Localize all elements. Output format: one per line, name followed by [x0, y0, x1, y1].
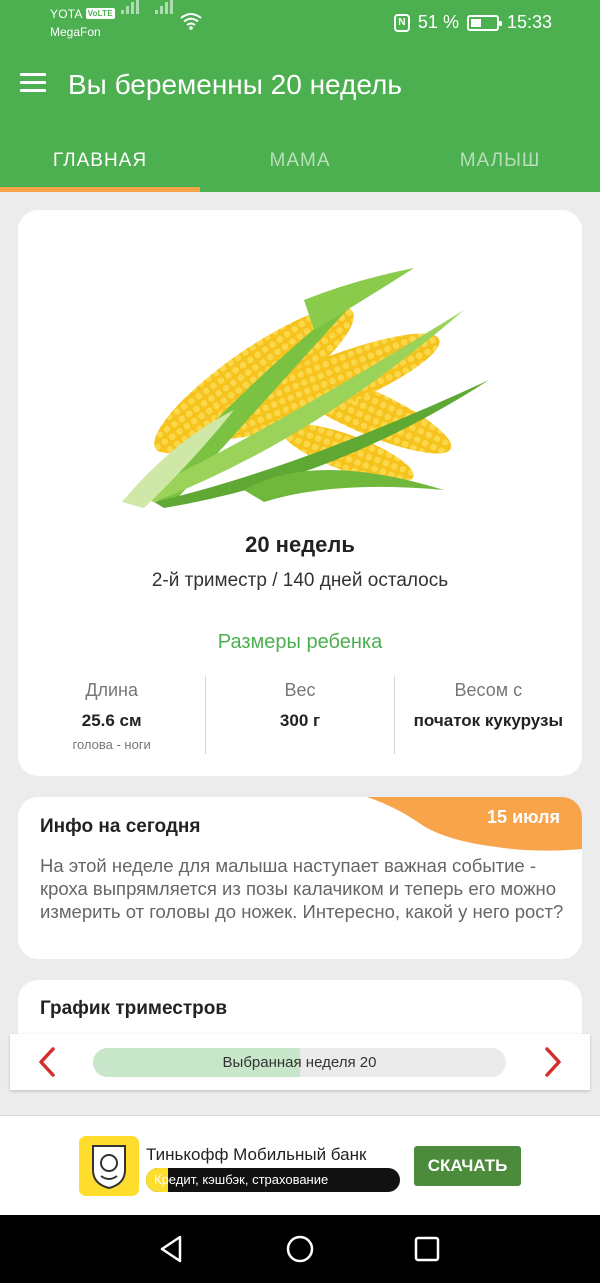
carrier-megafon: MegaFon [50, 25, 101, 39]
daily-info-card[interactable]: 15 июля Инфо на сегодня На этой неделе д… [18, 797, 582, 959]
tab-baby[interactable]: МАЛЫШ [400, 126, 600, 192]
recents-icon[interactable] [411, 1233, 443, 1265]
week-selector: Выбранная неделя 20 [10, 1034, 590, 1090]
stat-label: Длина [85, 680, 139, 700]
chevron-left-icon[interactable] [32, 1046, 64, 1078]
stat-label: Вес [284, 680, 316, 700]
tab-bar: ГЛАВНАЯ МАМА МАЛЫШ [0, 126, 600, 192]
stat-value: 300 г [279, 711, 321, 730]
ad-subtitle: Кредит, кэшбэк, страхование [154, 1172, 329, 1187]
stat-value: 25.6 см [81, 711, 142, 730]
volte-badge: VoLTE [85, 8, 115, 19]
hamburger-menu-icon[interactable] [20, 73, 48, 97]
ad-title: Тинькофф Мобильный банк [146, 1145, 367, 1164]
trimester-title: График триместров [40, 998, 228, 1019]
battery-icon [466, 14, 502, 31]
tab-home[interactable]: ГЛАВНАЯ [0, 126, 200, 192]
ad-download-button[interactable]: СКАЧАТЬ [414, 1146, 521, 1186]
app-title: Вы беременны 20 недель [68, 69, 402, 100]
selected-week-label: Выбранная неделя 20 [222, 1054, 377, 1071]
back-icon[interactable] [156, 1233, 188, 1265]
nfc-icon: N [393, 13, 410, 32]
app-bar: Вы беременны 20 недель [0, 48, 600, 126]
stat-length: Длина 25.6 см голова - ноги [18, 676, 205, 754]
stat-label: Весом с [454, 680, 523, 700]
clock: 15:33 [506, 12, 552, 32]
stat-value: початок кукурузы [413, 711, 563, 730]
stat-weight: Вес 300 г [205, 676, 393, 754]
tab-mom[interactable]: МАМА [200, 126, 400, 192]
ad-banner[interactable]: Тинькофф Мобильный банк Кредит, кэшбэк, … [0, 1115, 600, 1215]
ad-subtitle-bar: Кредит, кэшбэк, страхование [146, 1168, 400, 1192]
baby-stats: Длина 25.6 см голова - ноги Вес 300 г Ве… [18, 676, 582, 754]
chevron-right-icon[interactable] [536, 1046, 568, 1078]
stat-comparison: Весом с початок кукурузы [393, 676, 582, 754]
home-icon[interactable] [284, 1233, 316, 1265]
trimester-info: 2-й триместр / 140 дней осталось [151, 570, 449, 591]
tinkoff-logo [79, 1136, 139, 1196]
baby-sizes-link[interactable]: Размеры ребенка [18, 631, 582, 654]
info-body: На этой неделе для малыша наступает важн… [40, 855, 564, 922]
info-title: Инфо на сегодня [40, 816, 201, 837]
battery-percent: 51 % [417, 12, 459, 32]
week-summary-card: 20 недель 2-й триместр / 140 дней остало… [18, 210, 582, 776]
wifi-icon [180, 13, 202, 30]
date-badge: 15 июля [487, 807, 560, 827]
carrier-yota: YOTA VoLTE [50, 7, 115, 21]
status-right: N 51 % 15:33 [393, 12, 552, 33]
week-progress-bar[interactable]: Выбранная неделя 20 [93, 1048, 506, 1077]
status-bar: YOTA VoLTE MegaFon N 51 % 15:33 [0, 0, 600, 48]
trimester-chart-card[interactable]: График триместров [18, 980, 582, 1040]
stat-note: голова - ноги [72, 737, 151, 752]
corn-cobs-illustration [122, 268, 489, 508]
carrier-1-label: YOTA [50, 7, 83, 21]
system-nav-bar [0, 1215, 600, 1283]
week-title: 20 недель [245, 532, 355, 557]
